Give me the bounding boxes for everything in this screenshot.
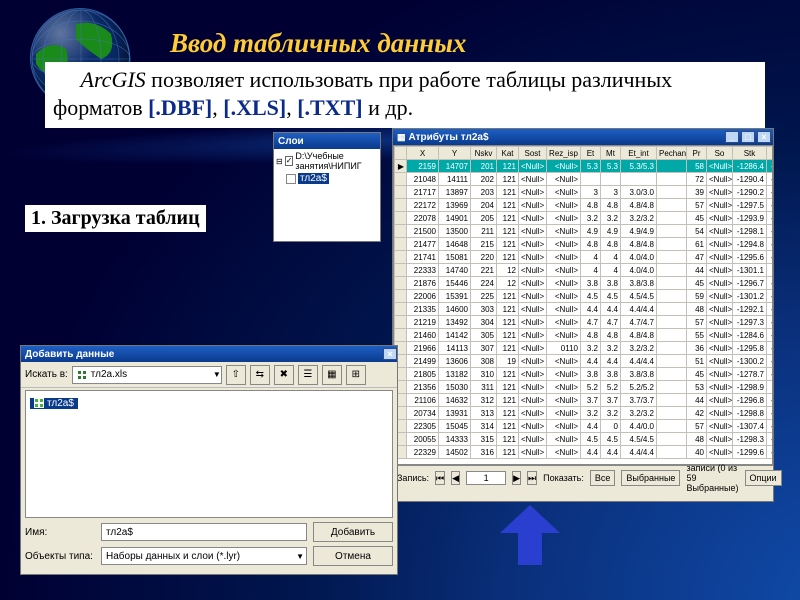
show-selected-button[interactable]: Выбранные [621, 470, 680, 486]
column-header[interactable]: Et [581, 147, 601, 160]
table-row[interactable]: 2121913492304121<Null><Null>4.74.74.7/4.… [395, 316, 774, 329]
table-row[interactable]: 2073413931313121<Null><Null>3.23.23.2/3.… [395, 407, 774, 420]
slide-title: Ввод табличных данных [170, 28, 466, 59]
table-row[interactable]: 214991360630819<Null><Null>4.44.44.4/4.4… [395, 355, 774, 368]
table-row[interactable]: 2005514333315121<Null><Null>4.54.54.5/4.… [395, 433, 774, 446]
chevron-down-icon: ▼ [213, 370, 221, 379]
name-label: Имя: [25, 527, 95, 538]
table-row[interactable]: 2200615391225121<Null><Null>4.54.54.5/4.… [395, 290, 774, 303]
attribute-grid[interactable]: XYNskvKatSostRez_ispEtMtEt_intPechanPrSo… [393, 145, 773, 465]
table-row[interactable]: 2230515045314121<Null><Null>4.404.4/0.05… [395, 420, 774, 433]
show-label: Показать: [543, 473, 584, 483]
file-list[interactable]: тл2a$ [25, 390, 393, 518]
table-row[interactable]: 2150013500211121<Null><Null>4.94.94.9/4.… [395, 225, 774, 238]
column-header[interactable]: Stp [767, 147, 774, 160]
toc-panel: Слои ⊟ ✓ D:\Учебные занятия\НИПИГ тл2a$ [273, 132, 381, 242]
table-row[interactable]: 2180513182310121<Null><Null>3.83.83.8/3.… [395, 368, 774, 381]
table-row[interactable]: 2196614113307121<Null>01103.23.23.2/3.23… [395, 342, 774, 355]
show-all-button[interactable]: Все [590, 470, 616, 486]
chevron-down-icon: ▼ [296, 552, 306, 561]
cancel-button[interactable]: Отмена [313, 546, 393, 566]
column-header[interactable]: Nskv [471, 147, 497, 160]
table-row[interactable]: 2133514600303121<Null><Null>4.44.44.4/4.… [395, 303, 774, 316]
column-header[interactable] [395, 147, 407, 160]
add-button[interactable]: Добавить [313, 522, 393, 542]
column-header[interactable]: Et_int [621, 147, 657, 160]
record-input[interactable] [466, 471, 506, 485]
lookin-label: Искать в: [25, 369, 68, 380]
details-view-button[interactable]: ▦ [322, 365, 342, 385]
table-row[interactable]: ▶215914707201121<Null><Null>5.35.35.3/5.… [395, 160, 774, 173]
column-header[interactable]: Sost [519, 147, 547, 160]
lookin-combo[interactable]: тл2a.xls ▼ [72, 366, 222, 384]
attr-title: Атрибуты тл2a$ [409, 132, 489, 143]
table-icon [34, 398, 44, 408]
checkbox-icon[interactable]: ✓ [285, 156, 294, 166]
table-icon [286, 174, 296, 184]
table-row[interactable]: 2207814901205121<Null><Null>3.23.23.2/3.… [395, 212, 774, 225]
table-row[interactable]: 2232914502316121<Null><Null>4.44.44.4/4.… [395, 446, 774, 459]
xls-icon [77, 370, 87, 380]
table-row[interactable]: 223331474022112<Null><Null>444.0/4.044<N… [395, 264, 774, 277]
nav-first-icon[interactable]: ⏮ [435, 471, 445, 485]
toc-path: D:\Учебные занятия\НИПИГ [295, 151, 378, 171]
table-row[interactable]: 2110614632312121<Null><Null>3.73.73.7/3.… [395, 394, 774, 407]
list-view-button[interactable]: ☰ [298, 365, 318, 385]
column-header[interactable]: Pr [687, 147, 707, 160]
nav-last-icon[interactable]: ⏭ [527, 471, 537, 485]
table-row[interactable]: 2217213969204121<Null><Null>4.84.84.8/4.… [395, 199, 774, 212]
add-data-dialog: Добавить данные × Искать в: тл2a.xls ▼ ⇧… [20, 345, 398, 575]
list-item[interactable]: тл2a$ [30, 398, 78, 409]
record-label: Запись: [397, 473, 429, 483]
connect-button[interactable]: ⇆ [250, 365, 270, 385]
table-row[interactable]: 2135615030311121<Null><Null>5.25.25.2/5.… [395, 381, 774, 394]
column-header[interactable]: Pechan [657, 147, 687, 160]
record-count: записи (0 из 59 Выбранные) [686, 463, 738, 493]
nav-prev-icon[interactable]: ◀ [451, 471, 460, 485]
body-text: ArcGIS позволяет использовать при работе… [45, 62, 765, 128]
column-header[interactable]: Y [439, 147, 471, 160]
table-icon: ▦ [397, 132, 406, 143]
thumbnails-button[interactable]: ⊞ [346, 365, 366, 385]
table-row[interactable]: 2171713897203121<Null><Null>333.0/3.039<… [395, 186, 774, 199]
toc-title: Слои [274, 133, 380, 149]
column-header[interactable]: So [707, 147, 733, 160]
column-header[interactable]: X [407, 147, 439, 160]
close-icon[interactable]: × [383, 348, 397, 360]
toc-layer[interactable]: тл2a$ [298, 173, 329, 184]
arrow-icon [500, 505, 560, 565]
column-header[interactable]: Kat [497, 147, 519, 160]
table-row[interactable]: 218761544622412<Null><Null>3.83.83.8/3.8… [395, 277, 774, 290]
column-header[interactable]: Rez_isp [547, 147, 581, 160]
nav-next-icon[interactable]: ▶ [512, 471, 521, 485]
dialog-title: Добавить данные [25, 349, 114, 360]
disconnect-button[interactable]: ✖ [274, 365, 294, 385]
maximize-icon[interactable]: □ [741, 131, 755, 143]
table-row[interactable]: 2147714648215121<Null><Null>4.84.84.8/4.… [395, 238, 774, 251]
table-row[interactable]: 2174115081220121<Null><Null>444.0/4.047<… [395, 251, 774, 264]
options-button[interactable]: Опции [745, 470, 782, 486]
type-combo[interactable]: Наборы данных и слои (*.lyr) ▼ [101, 547, 307, 565]
close-icon[interactable]: × [757, 131, 771, 143]
type-label: Объекты типа: [25, 551, 95, 562]
column-header[interactable]: Mt [601, 147, 621, 160]
name-input[interactable] [101, 523, 307, 541]
up-folder-button[interactable]: ⇧ [226, 365, 246, 385]
minimize-icon[interactable]: _ [725, 131, 739, 143]
column-header[interactable]: Stk [733, 147, 767, 160]
attribute-window: ▦ Атрибуты тл2a$ _ □ × XYNskvKatSostRez_… [392, 128, 774, 502]
table-row[interactable]: 2146014142305121<Null><Null>4.84.84.8/4.… [395, 329, 774, 342]
step-label: 1. Загрузка таблиц [25, 205, 206, 232]
table-row[interactable]: 2104814111202121<Null><Null>72<Null>-129… [395, 173, 774, 186]
